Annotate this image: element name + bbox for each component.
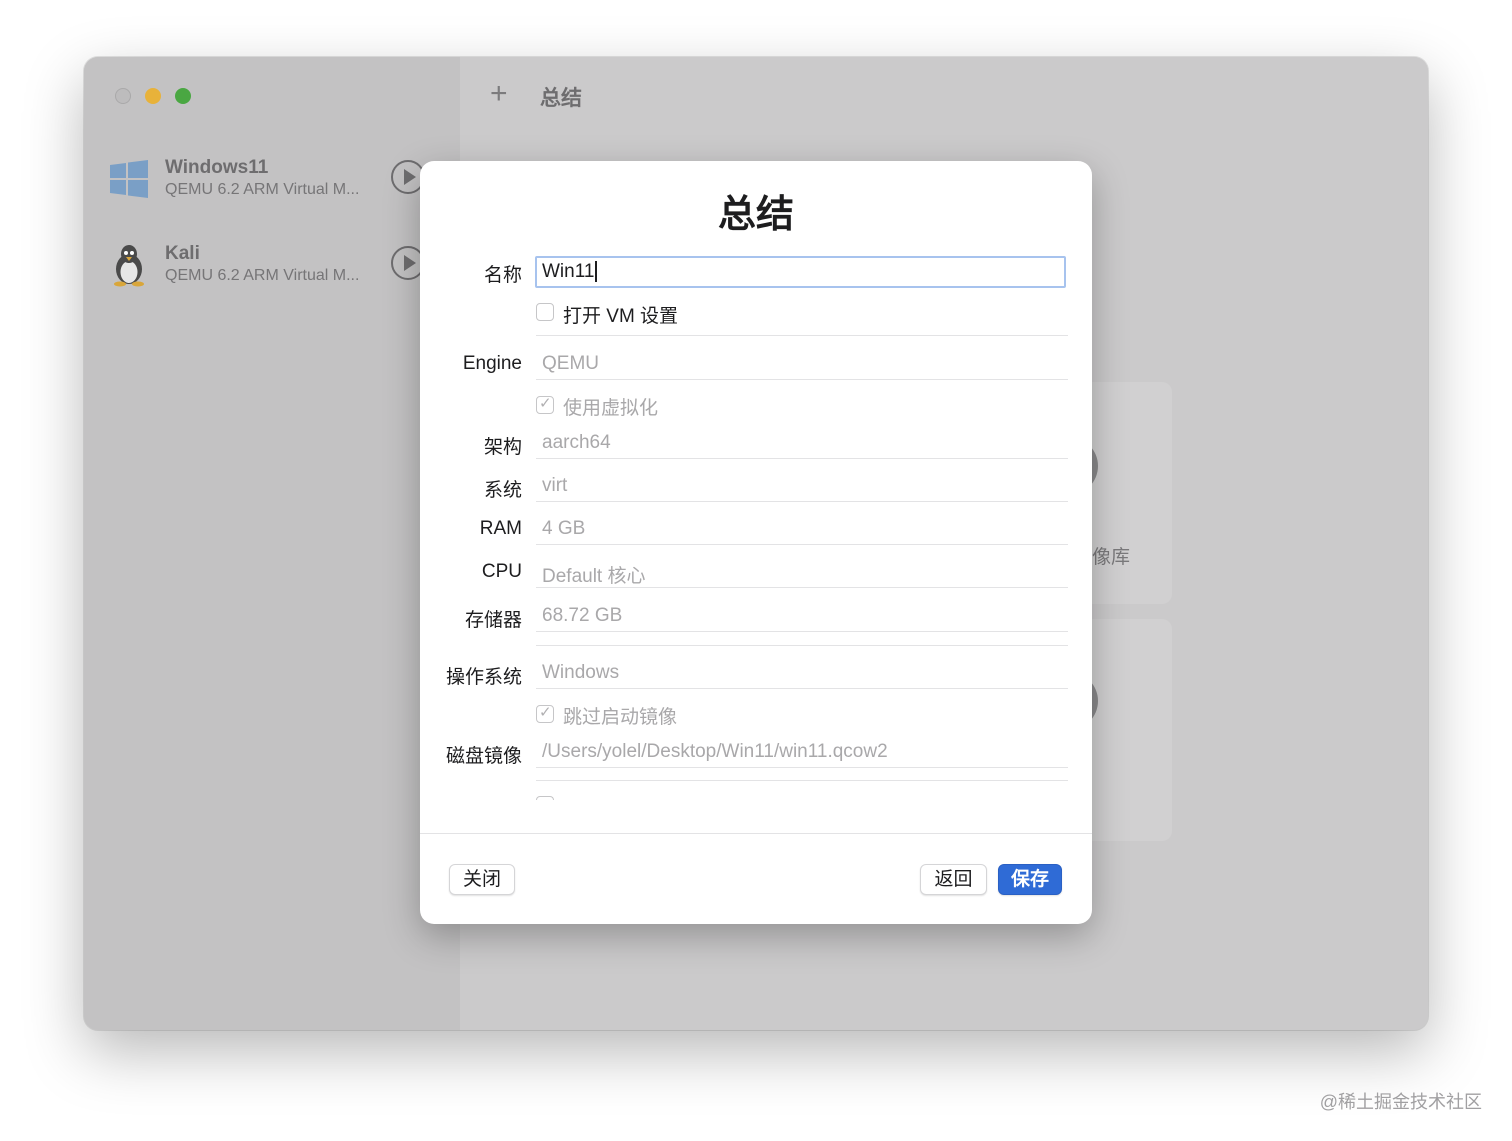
open-vm-settings-label[interactable]: 打开 VM 设置 bbox=[563, 301, 678, 328]
vm-subtitle: QEMU 6.2 ARM Virtual M... bbox=[165, 181, 360, 198]
system-label: 系统 bbox=[483, 480, 522, 501]
arch-label: 架构 bbox=[483, 437, 522, 458]
divider bbox=[536, 645, 1068, 646]
ram-label: RAM bbox=[479, 518, 522, 539]
disk-image-value: /Users/yolel/Desktop/Win11/win11.qcow2 bbox=[542, 741, 888, 762]
save-button[interactable]: 保存 bbox=[998, 864, 1062, 895]
divider bbox=[536, 767, 1068, 768]
vm-subtitle: QEMU 6.2 ARM Virtual M... bbox=[165, 267, 360, 284]
name-input[interactable]: Win11 bbox=[535, 256, 1066, 288]
text-caret bbox=[595, 261, 597, 283]
name-input-value: Win11 bbox=[542, 261, 595, 282]
clipped-checkbox bbox=[536, 796, 554, 800]
system-value: virt bbox=[542, 475, 568, 496]
windows-logo-icon bbox=[110, 160, 148, 198]
cpu-value: Default 核心 bbox=[542, 566, 646, 587]
storage-value: 68.72 GB bbox=[542, 605, 623, 626]
divider bbox=[536, 780, 1068, 781]
toolbar-title: 总结 bbox=[540, 87, 582, 110]
add-vm-button[interactable]: + bbox=[490, 79, 508, 109]
sidebar: Windows11 QEMU 6.2 ARM Virtual M... Kali… bbox=[84, 57, 460, 1030]
divider bbox=[536, 501, 1068, 502]
summary-dialog: 总结 名称 Win11 打开 VM 设置 Engine QEMU 使用虚拟化 架… bbox=[420, 161, 1092, 924]
storage-label: 存储器 bbox=[464, 610, 522, 631]
vm-list-item-windows11[interactable]: Windows11 QEMU 6.2 ARM Virtual M... bbox=[108, 157, 438, 213]
cpu-label: CPU bbox=[481, 561, 522, 582]
background-card-label: 像库 bbox=[1092, 547, 1131, 568]
window-zoom-button[interactable] bbox=[175, 88, 191, 104]
divider bbox=[536, 544, 1068, 545]
os-value: Windows bbox=[542, 662, 620, 683]
ram-value: 4 GB bbox=[542, 518, 586, 539]
disk-image-label: 磁盘镜像 bbox=[445, 746, 522, 767]
linux-penguin-icon bbox=[114, 245, 144, 287]
skip-boot-image-checkbox bbox=[536, 703, 554, 723]
window-minimize-button[interactable] bbox=[145, 88, 161, 104]
window-close-button[interactable] bbox=[115, 88, 131, 104]
back-button[interactable]: 返回 bbox=[920, 864, 987, 895]
watermark: @稀土掘金技术社区 bbox=[1319, 1092, 1482, 1112]
arch-value: aarch64 bbox=[542, 432, 611, 453]
os-label: 操作系统 bbox=[445, 667, 522, 688]
open-vm-settings-checkbox[interactable] bbox=[536, 303, 554, 321]
vm-list-item-kali[interactable]: Kali QEMU 6.2 ARM Virtual M... bbox=[108, 243, 438, 299]
engine-value: QEMU bbox=[542, 353, 599, 374]
divider bbox=[536, 631, 1068, 632]
name-label: 名称 bbox=[483, 265, 522, 286]
divider bbox=[536, 335, 1068, 336]
vm-name: Windows11 bbox=[165, 157, 269, 178]
divider bbox=[536, 688, 1068, 689]
divider bbox=[536, 458, 1068, 459]
use-virtualization-label: 使用虚拟化 bbox=[563, 398, 659, 419]
divider bbox=[536, 587, 1068, 588]
use-virtualization-checkbox bbox=[536, 394, 554, 414]
footer-divider bbox=[420, 833, 1092, 834]
dialog-title: 总结 bbox=[717, 194, 794, 236]
divider bbox=[536, 379, 1068, 380]
skip-boot-image-label: 跳过启动镜像 bbox=[563, 707, 678, 728]
engine-label: Engine bbox=[462, 353, 522, 374]
close-button[interactable]: 关闭 bbox=[449, 864, 515, 895]
vm-name: Kali bbox=[165, 243, 200, 264]
